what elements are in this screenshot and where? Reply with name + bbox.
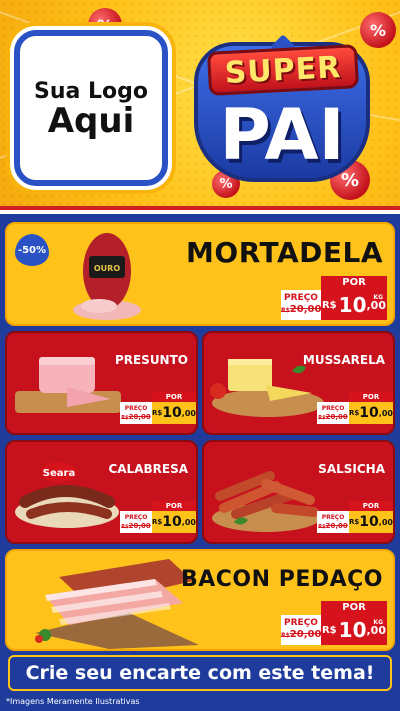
disclaimer-note: *Imagens Meramente Ilustrativas — [6, 697, 140, 706]
new-price-box: R$ 10 ,00 — [152, 511, 196, 533]
old-price-box: PREÇO R$20,00 — [281, 615, 321, 645]
product-card-mortadela: -50% OURO MORTADELA POR PREÇO R$20,00 R$… — [5, 222, 395, 326]
new-price-box: R$ 10 ,00 — [349, 511, 393, 533]
product-card-presunto: PRESUNTO POR PREÇO R$20,00 R$ 10 ,00 — [5, 331, 198, 435]
product-card-bacon: BACON PEDAÇO POR PREÇO R$20,00 R$ 10 ,00… — [5, 549, 395, 651]
product-title: CALABRESA — [108, 462, 188, 476]
por-label: POR — [152, 501, 196, 511]
badge-super-text: SUPER — [206, 44, 360, 96]
discount-heart-badge: -50% — [15, 234, 49, 266]
salsicha-image — [212, 471, 320, 532]
product-title: SALSICHA — [318, 462, 385, 476]
por-label: POR — [152, 392, 196, 402]
header-banner: % % % % Sua Logo Aqui SUPER PAI — [0, 0, 400, 210]
old-price-box: PREÇO R$20,00 — [120, 402, 152, 424]
divider-stripes — [0, 206, 400, 214]
new-price-box: R$ 10 ,00 — [349, 402, 393, 424]
calabresa-brand: Seara — [43, 468, 75, 479]
old-price-box: PREÇO R$20,00 — [120, 511, 152, 533]
product-title: PRESUNTO — [114, 353, 188, 367]
product-title: MUSSARELA — [302, 353, 385, 367]
mortadela-image: OURO — [73, 233, 141, 320]
product-card-salsicha: SALSICHA POR PREÇO R$20,00 R$ 10 ,00 — [202, 440, 395, 544]
new-price-box: R$ 10 ,00 KG — [321, 290, 387, 320]
presunto-image — [15, 357, 121, 413]
logo-line-2: Aqui — [47, 100, 135, 141]
logo-line-1: Sua Logo — [33, 78, 148, 104]
por-label: POR — [349, 501, 393, 511]
product-title: MORTADELA — [186, 236, 383, 269]
old-price-box: PREÇO R$20,00 — [281, 290, 321, 320]
new-price-box: R$ 10 ,00 KG — [321, 615, 387, 645]
badge-pai-text: PAI — [219, 94, 345, 176]
por-label: POR — [349, 392, 393, 402]
logo-placeholder: Sua Logo Aqui — [14, 30, 168, 186]
product-card-calabresa: Seara CALABRESA POR PREÇO R$20,00 R$ 10 … — [5, 440, 198, 544]
old-price-box: PREÇO R$20,00 — [317, 402, 349, 424]
new-price-box: R$ 10 ,00 — [152, 402, 196, 424]
bacon-image — [35, 559, 199, 649]
mortadela-brand: OURO — [94, 264, 120, 273]
product-title: BACON PEDAÇO — [180, 567, 383, 592]
super-pai-badge: SUPER PAI — [182, 32, 382, 194]
cta-banner[interactable]: Crie seu encarte com este tema! — [8, 655, 392, 691]
product-card-mussarela: MUSSARELA POR PREÇO R$20,00 R$ 10 ,00 — [202, 331, 395, 435]
old-price-box: PREÇO R$20,00 — [317, 511, 349, 533]
por-label: POR — [321, 276, 387, 290]
por-label: POR — [321, 601, 387, 615]
